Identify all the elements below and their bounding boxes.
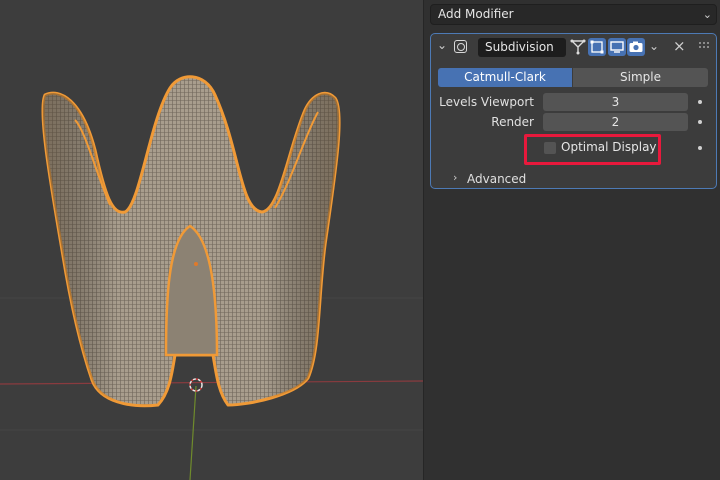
- levels-viewport-keyframe-dot[interactable]: [698, 100, 702, 104]
- catmull-clark-button[interactable]: Catmull-Clark: [438, 68, 572, 87]
- 3d-viewport[interactable]: [0, 0, 423, 480]
- levels-viewport-label: Levels Viewport: [439, 95, 534, 109]
- optimal-display-label[interactable]: Optimal Display: [561, 140, 657, 154]
- modifier-header: ⌄ Subdivision ⌄ ×: [431, 34, 716, 60]
- chevron-down-icon: ⌄: [702, 8, 712, 21]
- monitor-icon: [610, 41, 624, 53]
- x-axis-line: [0, 380, 423, 385]
- edit-mode-toggle[interactable]: [588, 38, 606, 56]
- drag-handle-icon[interactable]: [699, 42, 711, 52]
- advanced-subpanel-toggle[interactable]: Advanced: [467, 172, 526, 186]
- add-modifier-label: Add Modifier: [438, 7, 514, 21]
- chevron-right-icon[interactable]: ›: [453, 171, 457, 184]
- render-label: Render: [491, 115, 534, 129]
- y-axis-line: [189, 385, 197, 480]
- properties-panel: Add Modifier ⌄ ⌄ Subdivision ⌄ × Catmull…: [423, 0, 720, 480]
- viewport-canvas: [0, 75, 423, 480]
- render-toggle[interactable]: [627, 38, 645, 56]
- levels-viewport-field[interactable]: 3: [543, 93, 688, 111]
- modifier-menu-chevron-icon[interactable]: ⌄: [649, 39, 659, 53]
- render-keyframe-dot[interactable]: [698, 120, 702, 124]
- on-cage-toggle[interactable]: [569, 38, 587, 56]
- on-cage-icon: [570, 39, 586, 55]
- add-modifier-dropdown[interactable]: Add Modifier ⌄: [430, 4, 717, 25]
- optimal-display-keyframe-dot[interactable]: [698, 146, 702, 150]
- camera-icon: [629, 41, 643, 52]
- simple-button[interactable]: Simple: [573, 68, 708, 87]
- subdivision-modifier-panel: ⌄ Subdivision ⌄ × Catmull-Clark Simple L…: [430, 33, 717, 189]
- collapse-chevron-icon[interactable]: ⌄: [437, 38, 447, 52]
- edit-mode-icon: [590, 40, 604, 54]
- close-icon[interactable]: ×: [673, 37, 686, 55]
- render-levels-field[interactable]: 2: [543, 113, 688, 131]
- optimal-display-checkbox[interactable]: [544, 142, 556, 154]
- subdivision-modifier-icon: [454, 40, 467, 53]
- crown-mesh-object: [41, 75, 341, 408]
- modifier-name-field[interactable]: Subdivision: [478, 38, 566, 57]
- realtime-display-toggle[interactable]: [608, 38, 626, 56]
